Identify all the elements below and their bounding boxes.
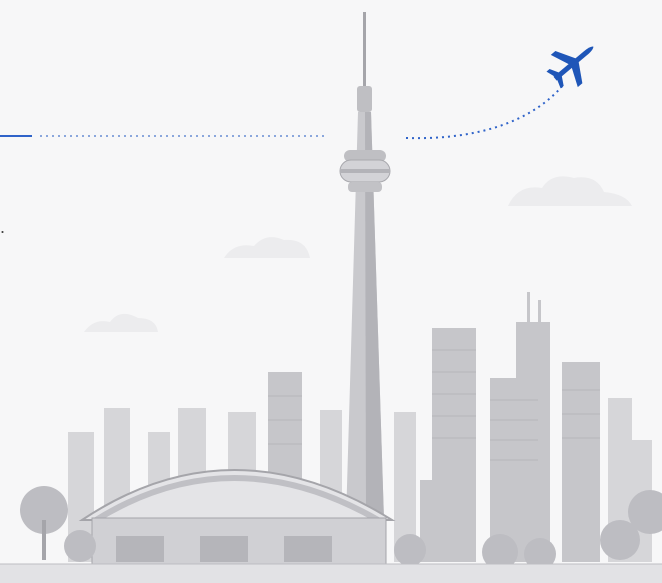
flight-route	[0, 83, 565, 140]
cloud-left	[84, 313, 158, 332]
cn-tower-illustration	[339, 12, 391, 520]
tower-main-pod-band	[340, 169, 390, 173]
airplane-icon	[546, 46, 594, 89]
tree	[64, 530, 96, 562]
hero-illustration: .	[0, 0, 662, 583]
tower-sky-pod	[357, 86, 372, 112]
tower-antenna	[363, 12, 366, 92]
cropped-text-fragment: .	[0, 217, 6, 237]
route-dotted-curve	[405, 83, 565, 140]
cloud-right	[508, 176, 632, 206]
stadium-window	[284, 536, 332, 562]
tower-building	[562, 362, 600, 562]
tower-pod-base	[348, 182, 382, 192]
ground	[0, 564, 662, 583]
tree-trunk	[42, 520, 46, 560]
stadium-window	[116, 536, 164, 562]
toronto-skyline-illustration	[0, 12, 662, 583]
tower-building	[420, 480, 460, 562]
stadium-window	[200, 536, 248, 562]
tree	[394, 534, 426, 566]
cloud-middle	[224, 237, 310, 258]
spire	[538, 300, 541, 324]
spire	[527, 292, 530, 324]
